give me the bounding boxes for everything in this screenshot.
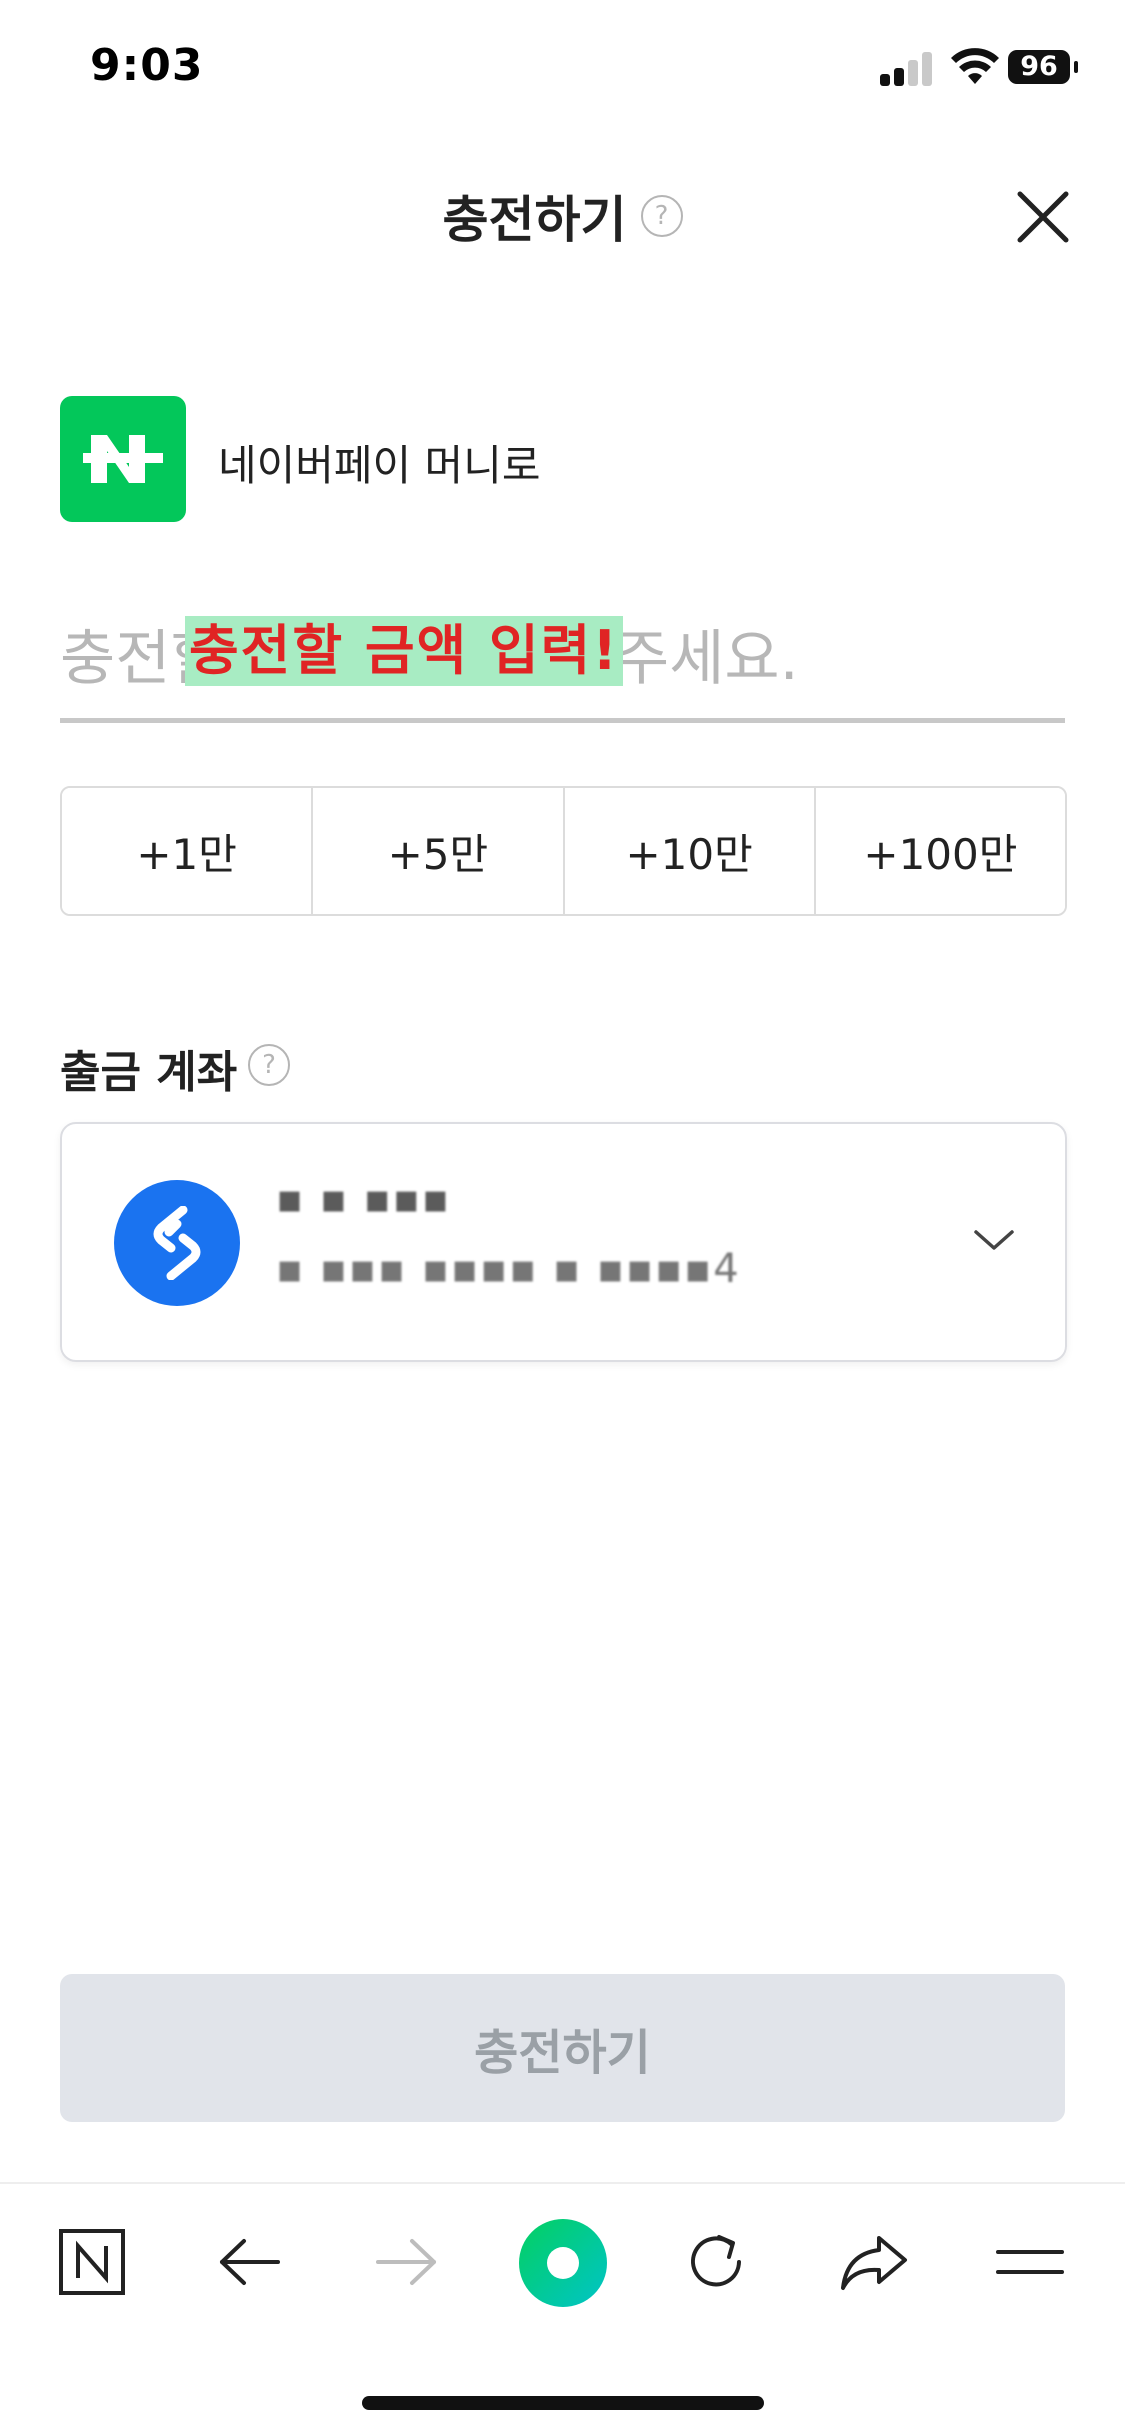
payment-method-label: 네이버페이 머니로 (218, 441, 541, 490)
account-number: ▪ ▪▪▪ ▪▪▪▪ ▪ ▪▪▪▪4 (276, 1246, 741, 1292)
charge-button[interactable]: 충전하기 (60, 1974, 1065, 2122)
quick-amount-group: +1만 +5만 +10만 +100만 (60, 786, 1067, 916)
account-selector[interactable]: ▪ ▪ ▪▪▪ ▪ ▪▪▪ ▪▪▪▪ ▪ ▪▪▪▪4 (60, 1122, 1067, 1362)
page-title-text: 충전하기 (442, 191, 627, 249)
account-name: ▪ ▪ ▪▪▪ (276, 1176, 451, 1222)
wifi-icon (950, 46, 1000, 86)
menu-icon[interactable] (990, 2222, 1070, 2302)
amount-hint-overlay: 충전할 금액 입력! (185, 616, 623, 686)
naver-n-icon[interactable] (52, 2222, 132, 2302)
help-icon[interactable]: ? (640, 195, 683, 237)
battery-level: 96 (1008, 50, 1070, 84)
browser-toolbar (0, 2182, 1125, 2344)
help-icon[interactable]: ? (248, 1044, 290, 1086)
bank-logo-icon (114, 1180, 240, 1306)
forward-arrow-icon[interactable] (366, 2222, 446, 2302)
account-help-icon[interactable]: ? (248, 1044, 290, 1086)
withdrawal-account-label: 출금 계좌 (60, 1047, 238, 1098)
close-icon[interactable] (1016, 190, 1070, 244)
quick-amount-button[interactable]: +100만 (815, 788, 1065, 914)
naver-pay-logo-icon (60, 396, 186, 522)
refresh-icon[interactable] (676, 2222, 756, 2302)
cellular-signal-icon (880, 52, 936, 86)
green-dot-icon[interactable] (518, 2218, 608, 2308)
home-indicator (362, 2396, 764, 2410)
battery-icon: 96 (1008, 50, 1078, 86)
quick-amount-button[interactable]: +1만 (62, 788, 314, 914)
page-title: 충전하기? (0, 180, 1125, 252)
share-icon[interactable] (834, 2222, 914, 2302)
quick-amount-button[interactable]: +10만 (564, 788, 816, 914)
status-time: 9:03 (90, 40, 204, 91)
back-arrow-icon[interactable] (210, 2222, 290, 2302)
chevron-down-icon (972, 1224, 1016, 1256)
quick-amount-button[interactable]: +5만 (313, 788, 565, 914)
